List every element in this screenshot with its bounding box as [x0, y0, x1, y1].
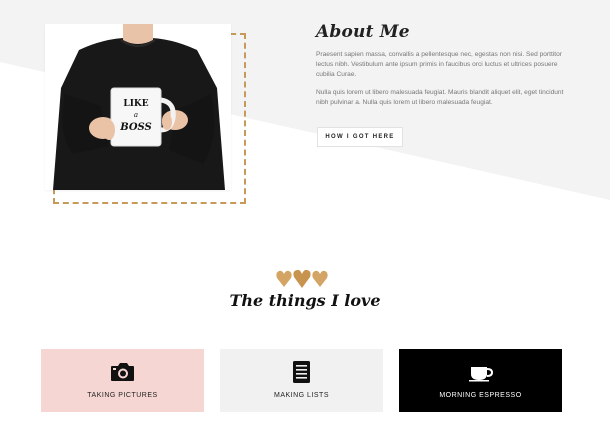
card-label: TAKING PICTURES	[87, 392, 158, 399]
about-paragraph-2: Nulla quis lorem ut libero malesuada feu…	[316, 88, 564, 106]
card-label: MORNING ESPRESSO	[439, 392, 522, 399]
card-morning-espresso[interactable]: MORNING ESPRESSO	[399, 349, 562, 412]
card-taking-pictures[interactable]: TAKING PICTURES	[41, 349, 204, 412]
how-i-got-here-button[interactable]: HOW I GOT HERE	[317, 127, 403, 147]
about-title: About Me	[316, 22, 410, 42]
coffee-cup-icon	[469, 367, 494, 382]
hearts-icon	[276, 269, 328, 288]
card-label: MAKING LISTS	[273, 392, 329, 399]
things-section-title: The things I love	[229, 291, 381, 310]
camera-icon	[111, 363, 134, 381]
card-making-lists[interactable]: MAKING LISTS	[220, 349, 383, 412]
about-section: About Me Praesent sapien massa, convalli…	[316, 22, 566, 115]
list-icon	[293, 361, 310, 383]
mug-text-like: LIKE	[123, 99, 148, 109]
about-paragraph-1: Praesent sapien massa, convallis a pelle…	[316, 51, 562, 79]
profile-photo: LIKE a BOSS	[45, 24, 231, 190]
mug-text-boss: BOSS	[119, 122, 152, 133]
mug-text-a: a	[134, 111, 138, 119]
